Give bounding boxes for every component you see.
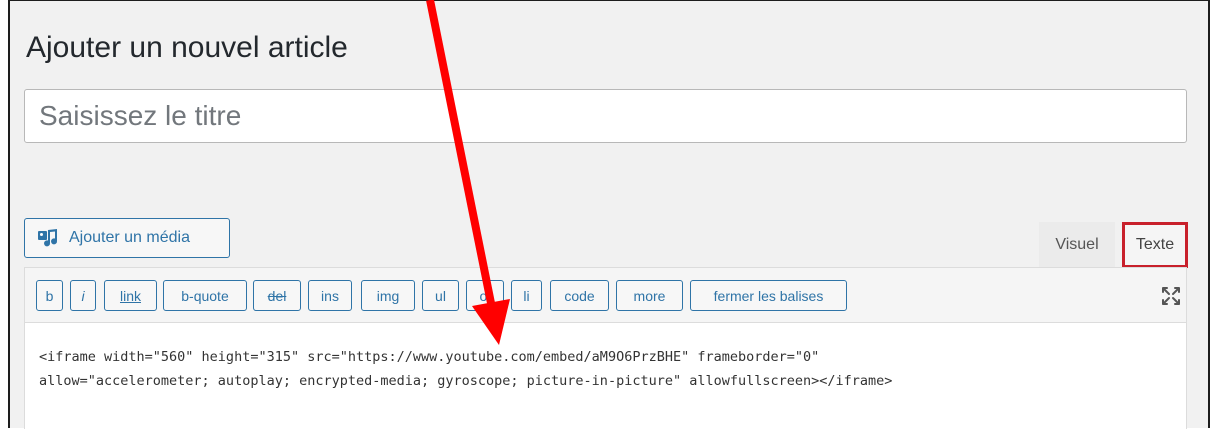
qt-ul-button[interactable]: ul <box>422 280 459 311</box>
qt-ins-button[interactable]: ins <box>308 280 352 311</box>
qt-ol-button[interactable]: ol <box>466 280 504 311</box>
add-media-label: Ajouter un média <box>69 229 190 246</box>
qt-bold-button[interactable]: b <box>36 280 63 311</box>
quicktags-toolbar: b i link b-quote del ins img ul ol li co… <box>25 268 1186 323</box>
qt-link-button[interactable]: link <box>104 280 157 311</box>
qt-img-button[interactable]: img <box>361 280 415 311</box>
fullscreen-icon[interactable] <box>1160 285 1182 307</box>
add-media-button[interactable]: Ajouter un média <box>24 218 230 258</box>
qt-close-tags-button[interactable]: fermer les balises <box>690 280 847 311</box>
code-line: <iframe width="560" height="315" src="ht… <box>39 349 820 365</box>
qt-bquote-button[interactable]: b-quote <box>163 280 247 311</box>
code-line: allow="accelerometer; autoplay; encrypte… <box>39 373 893 389</box>
tab-text[interactable]: Texte <box>1122 222 1188 268</box>
editor-screen: Ajouter un nouvel article Ajouter un méd… <box>8 0 1210 429</box>
post-title-input[interactable] <box>24 89 1187 143</box>
text-editor: b i link b-quote del ins img ul ol li co… <box>24 267 1187 429</box>
qt-italic-button[interactable]: i <box>70 280 96 311</box>
media-icon <box>38 229 58 247</box>
qt-more-button[interactable]: more <box>616 280 683 311</box>
tab-visual[interactable]: Visuel <box>1039 222 1115 268</box>
qt-li-button[interactable]: li <box>511 280 542 311</box>
qt-del-button[interactable]: del <box>253 280 301 311</box>
code-content[interactable]: <iframe width="560" height="315" src="ht… <box>25 323 1186 430</box>
page-title: Ajouter un nouvel article <box>26 31 348 64</box>
qt-code-button[interactable]: code <box>550 280 609 311</box>
